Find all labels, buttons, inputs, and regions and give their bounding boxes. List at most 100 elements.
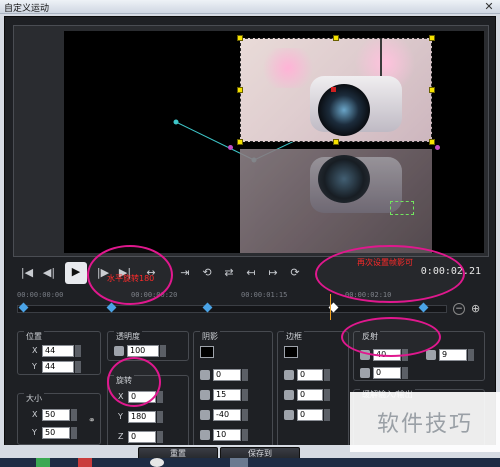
- shadow-angle-input[interactable]: -40: [213, 408, 241, 421]
- taskbar-app-icon[interactable]: [230, 458, 248, 467]
- resize-handle-tl[interactable]: [237, 35, 243, 41]
- move-left-icon[interactable]: ↤: [241, 263, 261, 283]
- keyframe-marker[interactable]: [106, 302, 117, 313]
- keyframe-marker[interactable]: [418, 302, 429, 313]
- preview-frame: [13, 25, 489, 257]
- shadow-distance-input[interactable]: 10: [213, 428, 241, 441]
- position-y-label: Y: [32, 362, 37, 371]
- previous-frame-button[interactable]: ◀|: [39, 263, 59, 283]
- reflection-distance-icon: [426, 349, 436, 360]
- annotation-bubble-reflection: [341, 317, 441, 357]
- close-button[interactable]: ✕: [482, 0, 496, 13]
- size-y-row: Y 50: [32, 426, 77, 439]
- ruler-label: 00:00:01:15: [241, 291, 288, 299]
- rotation-y-spinner[interactable]: [157, 410, 163, 423]
- shadow-opacity-input[interactable]: 0: [213, 368, 241, 381]
- keyframe-track[interactable]: [17, 294, 447, 320]
- reflection-corner-handle-left[interactable]: [228, 145, 233, 150]
- center-point[interactable]: [331, 87, 336, 92]
- border-opacity-input[interactable]: 0: [297, 368, 323, 381]
- opacity-input[interactable]: 100: [127, 344, 159, 357]
- reflection-fade-spinner[interactable]: [402, 366, 408, 379]
- shadow-blur-input[interactable]: 15: [213, 388, 241, 401]
- reflection-fade-input[interactable]: 0: [373, 366, 401, 379]
- taskbar-app-icon[interactable]: [36, 458, 50, 467]
- rotation-z-label: Z: [118, 432, 124, 441]
- border-row-1: 0: [284, 368, 330, 381]
- border-width-spinner[interactable]: [324, 388, 330, 401]
- add-keyframe-icon[interactable]: ⇥: [175, 263, 195, 283]
- shadow-blur-icon: [200, 389, 210, 400]
- link-icon[interactable]: ⚭: [88, 416, 96, 426]
- reflection-handle-box[interactable]: [390, 201, 414, 215]
- position-y-spinner[interactable]: [75, 360, 81, 373]
- reflection-distance-spinner[interactable]: [468, 348, 474, 361]
- resize-handle-bm[interactable]: [333, 139, 339, 145]
- copy-keyframe-icon[interactable]: ⟳: [285, 263, 305, 283]
- size-title: 大小: [24, 393, 44, 404]
- position-y-input[interactable]: 44: [42, 360, 74, 373]
- reverse-keyframe-icon[interactable]: ⇄: [219, 263, 239, 283]
- shadow-angle-spinner[interactable]: [242, 408, 248, 421]
- remove-keyframe-icon[interactable]: ⟲: [197, 263, 217, 283]
- position-x-label: X: [32, 346, 38, 355]
- shadow-blur-spinner[interactable]: [242, 388, 248, 401]
- resize-handle-tm[interactable]: [333, 35, 339, 41]
- shadow-distance-spinner[interactable]: [242, 428, 248, 441]
- annotation-bubble-rotation: [107, 357, 161, 407]
- shadow-distance-icon: [200, 429, 210, 440]
- rotation-y-input[interactable]: 180: [128, 410, 156, 423]
- reflection-fade-icon: [360, 367, 370, 378]
- opacity-spinner[interactable]: [160, 344, 166, 357]
- shadow-color-swatch[interactable]: [200, 346, 214, 358]
- go-to-start-button[interactable]: |◀: [17, 263, 37, 283]
- size-y-input[interactable]: 50: [42, 426, 70, 439]
- taskbar-app-icon[interactable]: [78, 458, 92, 467]
- selection-box: [240, 38, 432, 142]
- keyframe-marker[interactable]: [18, 302, 29, 313]
- border-title: 边框: [284, 331, 304, 342]
- move-right-icon[interactable]: ↦: [263, 263, 283, 283]
- position-x-row: X 44: [32, 344, 81, 357]
- keyframe-marker[interactable]: [202, 302, 213, 313]
- playhead[interactable]: [330, 294, 331, 320]
- rotation-z-row: Z 0: [118, 430, 163, 443]
- size-x-input[interactable]: 50: [42, 408, 70, 421]
- resize-handle-ml[interactable]: [237, 87, 243, 93]
- border-opacity-icon: [284, 369, 294, 380]
- reflected-lens: [318, 155, 370, 203]
- border-blur-input[interactable]: 0: [297, 408, 323, 421]
- play-button[interactable]: ▶: [65, 262, 87, 284]
- preview-canvas[interactable]: [64, 31, 484, 253]
- taskbar-app-icon[interactable]: [150, 458, 164, 467]
- zoom-in-icon[interactable]: ⊕: [471, 302, 480, 315]
- position-y-row: Y 44: [32, 360, 81, 373]
- title-bar: 自定义运动 ✕: [0, 0, 500, 14]
- border-row-2: 0: [284, 388, 330, 401]
- shadow-opacity-spinner[interactable]: [242, 368, 248, 381]
- position-panel: 位置 X 44 Y 44: [17, 331, 101, 375]
- annotation-bubble-top-right: [315, 245, 465, 303]
- resize-handle-br[interactable]: [429, 139, 435, 145]
- resize-handle-bl[interactable]: [237, 139, 243, 145]
- border-blur-spinner[interactable]: [324, 408, 330, 421]
- border-opacity-spinner[interactable]: [324, 368, 330, 381]
- resize-handle-mr[interactable]: [429, 87, 435, 93]
- size-x-label: X: [32, 410, 38, 419]
- border-color-swatch[interactable]: [284, 346, 298, 358]
- reflection-row-2: 9: [426, 348, 474, 361]
- zoom-out-icon[interactable]: −: [453, 303, 465, 315]
- path-start-point[interactable]: [173, 119, 179, 125]
- size-x-spinner[interactable]: [71, 408, 77, 421]
- border-width-input[interactable]: 0: [297, 388, 323, 401]
- resize-handle-tr[interactable]: [429, 35, 435, 41]
- position-x-spinner[interactable]: [75, 344, 81, 357]
- shadow-row-4: 10: [200, 428, 248, 441]
- rotation-z-spinner[interactable]: [157, 430, 163, 443]
- shadow-row-3: -40: [200, 408, 248, 421]
- reflection-distance-input[interactable]: 9: [439, 348, 467, 361]
- size-y-spinner[interactable]: [71, 426, 77, 439]
- rotation-z-input[interactable]: 0: [128, 430, 156, 443]
- reflection-corner-handle-right[interactable]: [435, 145, 440, 150]
- position-x-input[interactable]: 44: [42, 344, 74, 357]
